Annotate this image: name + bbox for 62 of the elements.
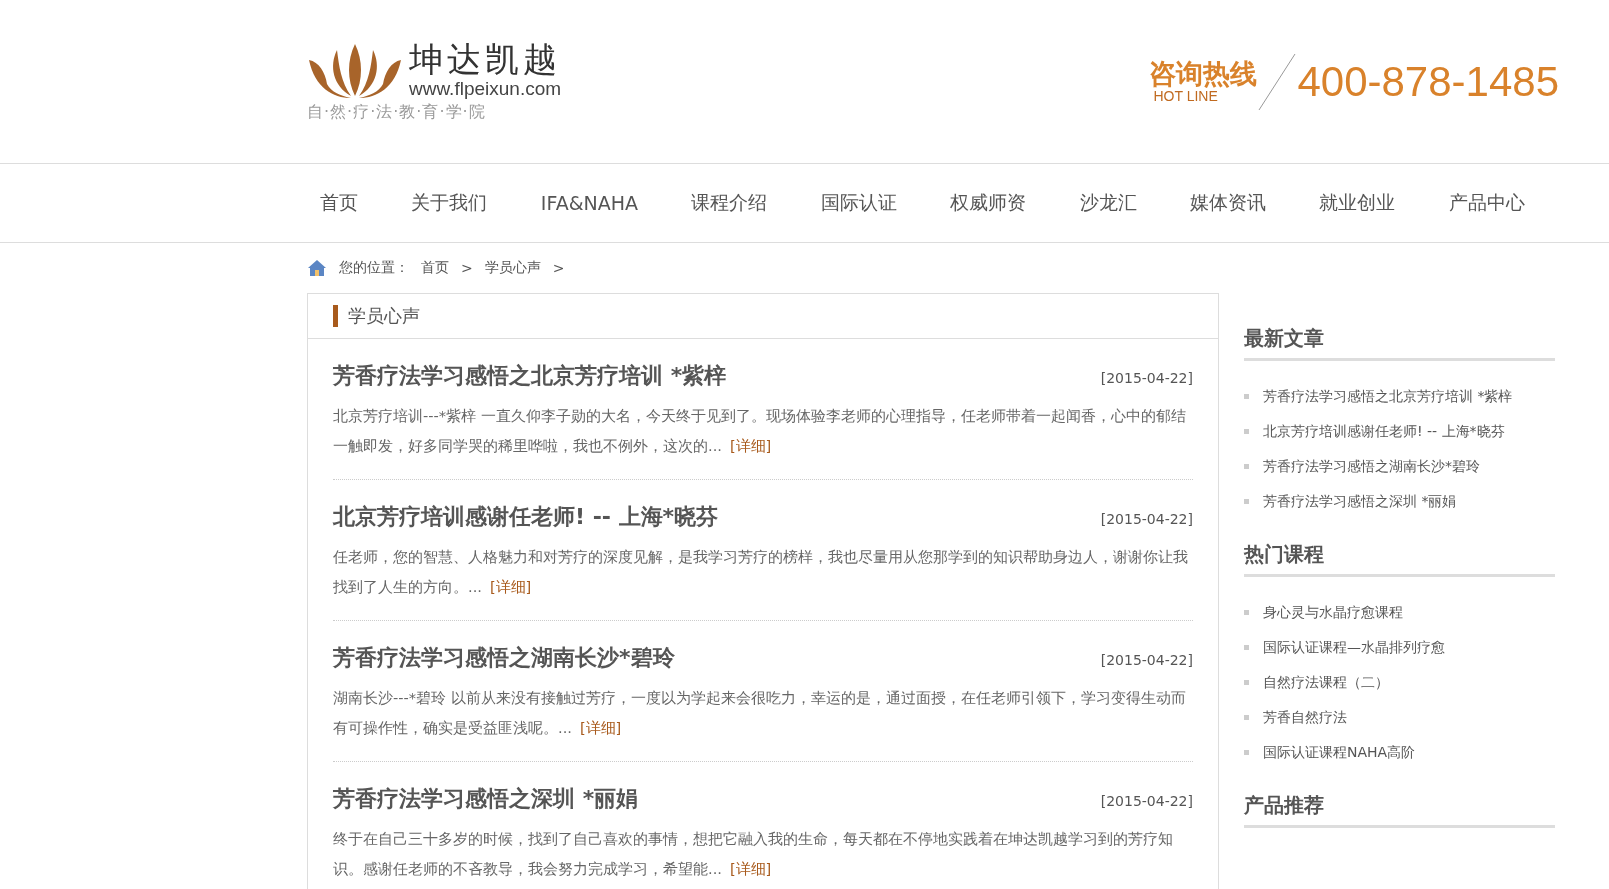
details-link[interactable]: [详细]: [579, 719, 622, 736]
section-title: 学员心声: [348, 304, 420, 328]
nav-link[interactable]: 就业创业: [1305, 184, 1410, 222]
article-date: [2015-04-22]: [1100, 652, 1193, 668]
breadcrumb-link[interactable]: 学员心声: [484, 259, 541, 277]
hotline-label: 咨询热线: [1149, 58, 1258, 89]
hotline-number: 400-878-1485: [1297, 57, 1559, 106]
brand-name: 坤达凯越: [409, 40, 562, 78]
sidebar-link[interactable]: 自然疗法课程（二）: [1263, 673, 1389, 692]
article-summary: 湖南长沙---*碧玲 以前从来没有接触过芳疗，一度以为学起来会很吃力，幸运的是，通过面授，在任老师引领下，学习变得生动而有可操作性，确实是受益匪浅呢。... [详细]: [333, 688, 1187, 738]
tagline: 自·然·疗·法·教·育·学·院: [307, 102, 487, 123]
sidebar-link[interactable]: 北京芳疗培训感谢任老师! -- 上海*晓芬: [1263, 422, 1505, 441]
sidebar-link[interactable]: 国际认证课程—水晶排列疗愈: [1263, 638, 1445, 657]
sidebar-link[interactable]: 芳香疗法学习感悟之北京芳疗培训 *紫梓: [1263, 387, 1513, 406]
article-date: [2015-04-22]: [1100, 370, 1193, 386]
article-title[interactable]: 芳香疗法学习感悟之北京芳疗培训 *紫梓: [333, 361, 727, 391]
nav-link[interactable]: IFA&NAHA: [526, 186, 652, 220]
nav-link[interactable]: 媒体资讯: [1176, 184, 1281, 222]
article-title[interactable]: 芳香疗法学习感悟之深圳 *丽娟: [333, 784, 639, 814]
bullet-icon: [1244, 645, 1249, 650]
details-link[interactable]: [详细]: [729, 437, 772, 454]
sidebar-link[interactable]: 芳香疗法学习感悟之深圳 *丽娟: [1263, 492, 1457, 511]
accent-bar-icon: [333, 305, 338, 327]
sidebar-link[interactable]: 芳香疗法学习感悟之湖南长沙*碧玲: [1263, 457, 1480, 476]
bullet-icon: [1244, 680, 1249, 685]
sidebar-link[interactable]: 芳香自然疗法: [1263, 708, 1347, 727]
site-url: www.flpeixun.com: [409, 78, 562, 100]
article-date: [2015-04-22]: [1100, 511, 1193, 527]
diagonal-line-icon: [1257, 51, 1298, 112]
breadcrumb-separator: >: [552, 260, 565, 276]
breadcrumb-label: 您的位置：: [339, 259, 409, 277]
bullet-icon: [1244, 610, 1249, 615]
article-title[interactable]: 芳香疗法学习感悟之湖南长沙*碧玲: [333, 643, 675, 673]
article-summary: 终于在自己三十多岁的时候，找到了自己喜欢的事情，想把它融入我的生命，每天都在不停地实践着在坤达凯越学习到的芳疗知识。感谢任老师的不吝教导，我会努力完成学习，希望能... [详细]: [333, 829, 1174, 879]
sidebar-link[interactable]: 身心灵与水晶疗愈课程: [1263, 603, 1403, 622]
article-summary: 北京芳疗培训---*紫梓 一直久仰李子勋的大名，今天终于见到了。现场体验李老师的心理指导，任老师带着一起闻香，心中的郁结一触即发，好多同学哭的稀里哗啦，我也不例外，这次的... [详细]: [333, 406, 1187, 456]
bullet-icon: [1244, 464, 1249, 469]
details-link[interactable]: [详细]: [729, 860, 772, 877]
details-link[interactable]: [详细]: [489, 578, 532, 595]
bullet-icon: [1244, 499, 1249, 504]
nav-link[interactable]: 国际认证: [806, 184, 911, 222]
bullet-icon: [1244, 750, 1249, 755]
sidebar-heading: 产品推荐: [1244, 792, 1555, 828]
bullet-icon: [1244, 715, 1249, 720]
nav-link[interactable]: 产品中心: [1434, 184, 1539, 222]
sidebar-heading: 热门课程: [1244, 541, 1555, 577]
article-summary: 任老师，您的智慧、人格魅力和对芳疗的深度见解，是我学习芳疗的榜样，我也尽量用从您那学到的知识帮助身边人，谢谢你让我找到了人生的方向。... [详细]: [333, 547, 1189, 597]
hotline-sublabel: HOT LINE: [1153, 88, 1219, 105]
nav-link[interactable]: 首页: [306, 184, 372, 222]
breadcrumb-link[interactable]: 首页: [421, 259, 449, 277]
breadcrumb-separator: >: [461, 260, 473, 276]
nav-link[interactable]: 权威师资: [936, 184, 1041, 222]
bullet-icon: [1244, 394, 1249, 399]
article-date: [2015-04-22]: [1100, 793, 1193, 809]
nav-link[interactable]: 沙龙汇: [1065, 184, 1151, 222]
home-icon: [307, 258, 327, 278]
sidebar-link[interactable]: 国际认证课程NAHA高阶: [1263, 743, 1416, 762]
sidebar-heading: 最新文章: [1244, 325, 1555, 361]
bullet-icon: [1244, 429, 1249, 434]
nav-link[interactable]: 课程介绍: [677, 184, 782, 222]
nav-link[interactable]: 关于我们: [397, 184, 502, 222]
article-title[interactable]: 北京芳疗培训感谢任老师! -- 上海*晓芬: [333, 502, 719, 532]
